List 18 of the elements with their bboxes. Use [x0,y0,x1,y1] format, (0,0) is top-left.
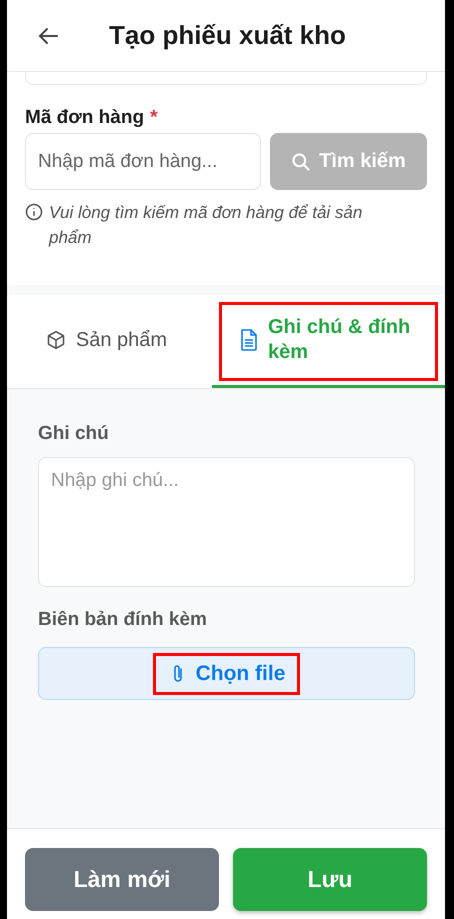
notes-field[interactable]: Nhập ghi chú... [38,457,415,587]
document-icon [240,329,258,351]
info-icon [25,203,43,221]
save-button[interactable]: Lưu [233,848,427,911]
choose-file-button[interactable]: Chọn file [38,647,415,700]
paperclip-icon [172,664,184,684]
hint-text: Vui lòng tìm kiếm mã đơn hàng để tải sản phẩm [49,202,364,249]
search-icon [291,152,312,172]
page-title: Tạo phiếu xuất kho [109,20,346,51]
reset-button[interactable]: Làm mới [25,848,219,911]
field-label: Mã đơn hàng [25,107,144,129]
order-code-field[interactable]: Nhập mã đơn hàng... [25,133,261,190]
field-label: Ghi chú [38,423,110,445]
required-asterisk: * [150,107,158,129]
tab[interactable]: Ghi chú & đính kèm [212,295,445,388]
tab[interactable]: Sản phẩm [7,295,212,388]
cube-icon [46,330,66,350]
field-label: Biên bản đính kèm [38,609,208,631]
